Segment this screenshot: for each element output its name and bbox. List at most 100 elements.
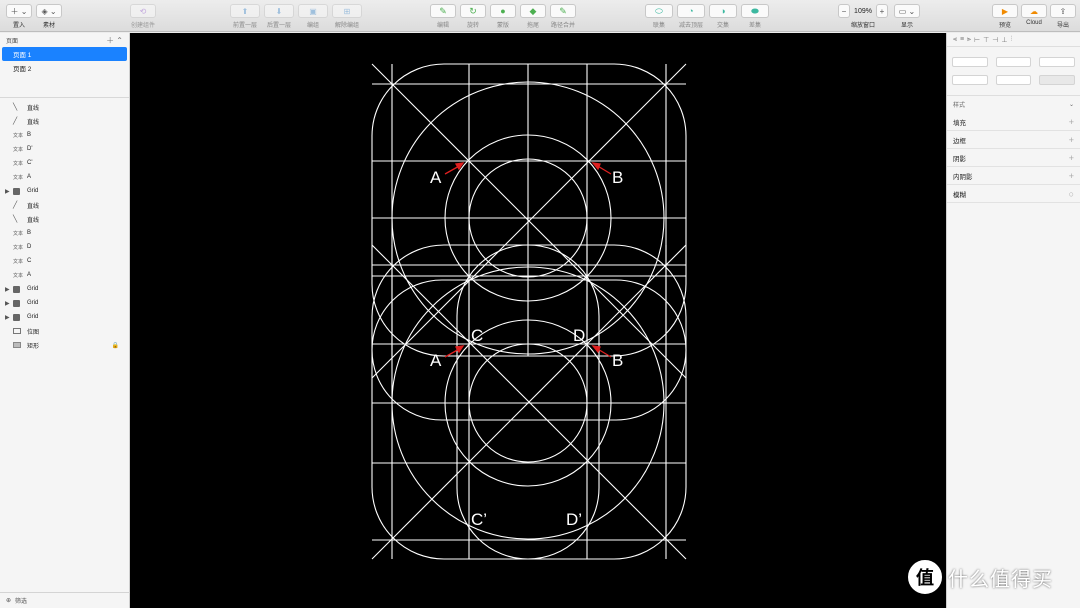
align-right-icon[interactable]: ⫸ (967, 36, 971, 44)
display-group[interactable]: ▭ ⌄ 显示 (894, 4, 920, 29)
preview-group[interactable]: ▶ 预览 (992, 4, 1018, 29)
layer-item[interactable]: ▶ Grid (0, 184, 129, 198)
rotate-button[interactable]: ↻ (460, 4, 486, 18)
property-row[interactable]: 阴影 + (947, 149, 1080, 167)
property-label: 内阴影 (953, 173, 973, 181)
layer-item[interactable]: 位图 (0, 324, 129, 338)
zoom-out-button[interactable]: − (838, 4, 850, 18)
property-row[interactable]: 内阴影 + (947, 167, 1080, 185)
plus-icon[interactable]: + (1069, 117, 1074, 127)
bring-forward-button[interactable]: ⬆ (230, 4, 260, 18)
property-row[interactable]: 模糊 ○ (947, 185, 1080, 203)
lock-icon[interactable]: 🔒 (112, 342, 119, 349)
page-item-2[interactable]: 页面 2 (2, 61, 127, 75)
y-field[interactable] (995, 57, 1032, 67)
align-middle-icon[interactable]: ⊣ (992, 36, 998, 44)
layer-item[interactable]: 文本 D' (0, 142, 129, 156)
layer-item[interactable]: ▶ Grid (0, 296, 129, 310)
difference-button[interactable]: ⬬ (741, 4, 769, 18)
canvas[interactable]: A B A B C D C’ D’ (130, 33, 946, 608)
height-field[interactable] (995, 75, 1032, 85)
line-icon: ╱ (13, 118, 18, 125)
layer-item[interactable]: 文本 C (0, 254, 129, 268)
layer-item[interactable]: ╱ 直线 (0, 114, 129, 128)
width-field[interactable] (952, 75, 988, 85)
align-center-icon[interactable]: ≡ (960, 36, 964, 43)
group-button[interactable]: ▣ (298, 4, 328, 18)
material-button[interactable]: ◈ ⌄ (36, 4, 62, 18)
insert-group[interactable]: ＋ ⌄ 置入 (6, 4, 32, 29)
edit-button[interactable]: ✎ (430, 4, 456, 18)
x-field[interactable] (952, 57, 988, 67)
filter-bar[interactable]: ⊕ 筛选 (0, 592, 130, 608)
edit-label: 编辑 (436, 23, 449, 29)
group-icon (13, 285, 23, 293)
subtract-icon: ◔ (688, 6, 694, 16)
rotation-field[interactable] (1039, 57, 1076, 67)
layer-item[interactable]: ╲ 直线 (0, 212, 129, 226)
disclosure-arrow-icon[interactable]: ▶ (5, 300, 10, 307)
zoom-in-button[interactable]: + (876, 4, 888, 18)
layer-item[interactable]: 文本 B (0, 226, 129, 240)
property-row[interactable]: 边框 + (947, 131, 1080, 149)
layer-item[interactable]: 文本 A (0, 170, 129, 184)
mask-button[interactable]: ● (490, 4, 516, 18)
create-component-button[interactable]: ⟲ (130, 4, 156, 18)
path-merge-button[interactable]: ✎ (550, 4, 576, 18)
style-row[interactable]: 样式 ⌄ (947, 95, 1080, 113)
plus-icon[interactable]: + (1069, 153, 1074, 163)
cloud-group[interactable]: ☁ Cloud (1021, 4, 1047, 26)
disclosure-arrow-icon[interactable]: ▶ (5, 188, 10, 195)
layer-item[interactable]: ╲ 直线 (0, 100, 129, 114)
align-top-icon[interactable]: ⊤ (983, 36, 989, 44)
plus-icon[interactable]: + (1069, 135, 1074, 145)
page-item-1[interactable]: 页面 1 (2, 47, 127, 61)
path-merge-icon: ✎ (559, 5, 567, 16)
layer-item[interactable]: 文本 C' (0, 156, 129, 170)
subtract-label: 减去顶层 (678, 23, 703, 29)
layer-item[interactable]: 文本 B (0, 128, 129, 142)
property-row[interactable]: 填充 + (947, 113, 1080, 131)
layer-item[interactable]: 文本 A (0, 268, 129, 282)
disclosure-arrow-icon[interactable]: ▶ (5, 314, 10, 321)
zoom-label: 缩放窗口 (850, 23, 875, 29)
layer-item[interactable]: ╱ 直线 (0, 198, 129, 212)
layer-item[interactable]: ▶ Grid (0, 310, 129, 324)
filter-icon: ⊕ (6, 598, 12, 604)
add-page-icon[interactable]: ＋ (106, 36, 114, 45)
scale-button[interactable]: ◆ (520, 4, 546, 18)
scale-label: 拖尾 (526, 23, 539, 29)
pages-title: 页面 (6, 38, 19, 45)
layer-item[interactable]: 文本 D (0, 240, 129, 254)
material-group[interactable]: ◈ ⌄ 素材 (36, 4, 62, 29)
display-button[interactable]: ▭ ⌄ (894, 4, 920, 18)
export-button[interactable]: ⇪ (1050, 4, 1076, 18)
union-label: 联集 (652, 23, 665, 29)
export-group[interactable]: ⇪ 导出 (1050, 4, 1076, 29)
send-backward-button[interactable]: ⬇ (264, 4, 294, 18)
align-bottom-icon[interactable]: ⊥ (1001, 36, 1007, 44)
create-component-label: 创建组件 (130, 23, 155, 29)
insert-button[interactable]: ＋ ⌄ (6, 4, 32, 18)
create-component-group[interactable]: ⟲ 创建组件 (130, 4, 156, 29)
union-button[interactable]: ⬭ (645, 4, 673, 18)
zoom-value[interactable]: 109% (852, 8, 874, 15)
preview-button[interactable]: ▶ (992, 4, 1018, 18)
toggle-icon[interactable]: ○ (1069, 189, 1074, 199)
distribute-v-icon[interactable]: ⫶ (1010, 36, 1012, 44)
align-left-icon[interactable]: ⫷ (953, 36, 957, 44)
zoom-group: − 109% + 缩放窗口 (838, 4, 888, 29)
layer-item[interactable]: 矩形 🔒 (0, 338, 129, 352)
distribute-h-icon[interactable]: ⊢ (974, 36, 980, 44)
subtract-button[interactable]: ◔ (677, 4, 705, 18)
rotate-icon: ↻ (469, 5, 477, 16)
disclosure-arrow-icon[interactable]: ▶ (5, 286, 10, 293)
layer-item[interactable]: ▶ Grid (0, 282, 129, 296)
intersect-button[interactable]: ◑ (709, 4, 737, 18)
material-label: 素材 (42, 23, 55, 29)
plus-icon[interactable]: + (1069, 171, 1074, 181)
cloud-button[interactable]: ☁ (1021, 4, 1047, 18)
flip-buttons[interactable] (1039, 75, 1076, 85)
collapse-icon[interactable]: ⌃ (116, 36, 123, 45)
ungroup-button[interactable]: ⊞ (332, 4, 362, 18)
